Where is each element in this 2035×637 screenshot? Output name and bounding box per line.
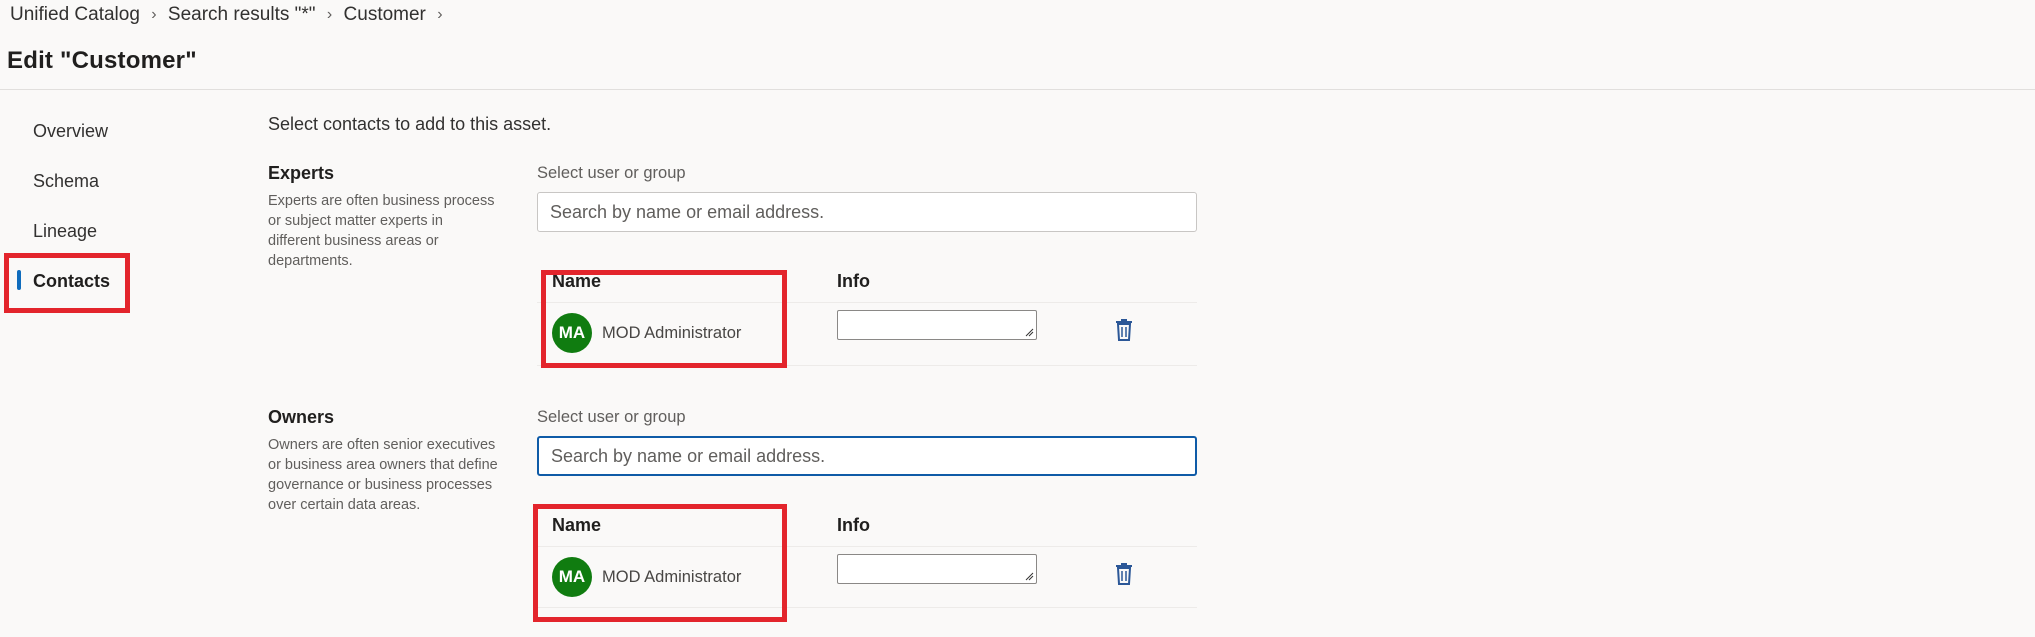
- owners-info-textarea[interactable]: [837, 554, 1037, 584]
- experts-info-textarea[interactable]: [837, 310, 1037, 340]
- breadcrumb-unified-catalog[interactable]: Unified Catalog: [10, 4, 140, 26]
- owners-select-label: Select user or group: [537, 408, 686, 426]
- page-title: Edit "Customer": [7, 47, 197, 74]
- owners-description: Owners are often senior executives or bu…: [268, 437, 498, 513]
- resize-grip-icon[interactable]: [1025, 328, 1034, 337]
- owners-search-input[interactable]: [537, 436, 1197, 476]
- experts-info-column-header: Info: [837, 271, 870, 291]
- intro-text: Select contacts to add to this asset.: [268, 114, 552, 134]
- trash-icon[interactable]: [1115, 563, 1133, 585]
- contact-name: MOD Administrator: [602, 324, 742, 342]
- table-row-divider: [537, 302, 1197, 303]
- table-row-divider: [537, 607, 1197, 608]
- resize-grip-icon[interactable]: [1025, 572, 1034, 581]
- table-row-divider: [537, 546, 1197, 547]
- avatar: MA: [552, 313, 592, 353]
- avatar: MA: [552, 557, 592, 597]
- experts-name-column-header: Name: [552, 271, 602, 291]
- title-divider: [0, 89, 2035, 90]
- owners-name-column-header: Name: [552, 515, 602, 535]
- experts-search-input[interactable]: [537, 192, 1197, 232]
- experts-select-label: Select user or group: [537, 164, 686, 182]
- owners-title: Owners: [268, 407, 335, 427]
- chevron-right-icon: ›: [437, 6, 443, 23]
- breadcrumb-search-results[interactable]: Search results "*": [168, 4, 316, 26]
- owners-info-column-header: Info: [837, 515, 870, 535]
- chevron-right-icon: ›: [151, 6, 157, 23]
- breadcrumb-customer[interactable]: Customer: [344, 4, 426, 26]
- nav-item-lineage[interactable]: Lineage: [33, 221, 97, 242]
- chevron-right-icon: ›: [326, 6, 333, 23]
- nav-active-indicator: [17, 270, 21, 290]
- trash-icon[interactable]: [1115, 319, 1133, 341]
- experts-description: Experts are often business process or su…: [268, 193, 495, 269]
- experts-title: Experts: [268, 163, 335, 183]
- nav-item-schema[interactable]: Schema: [33, 171, 99, 192]
- table-row-divider: [537, 365, 1197, 366]
- breadcrumb: Unified Catalog › Search results "*" › C…: [10, 2, 454, 28]
- contact-name: MOD Administrator: [602, 568, 742, 586]
- nav-item-overview[interactable]: Overview: [33, 121, 108, 142]
- nav-item-contacts[interactable]: Contacts: [33, 271, 110, 292]
